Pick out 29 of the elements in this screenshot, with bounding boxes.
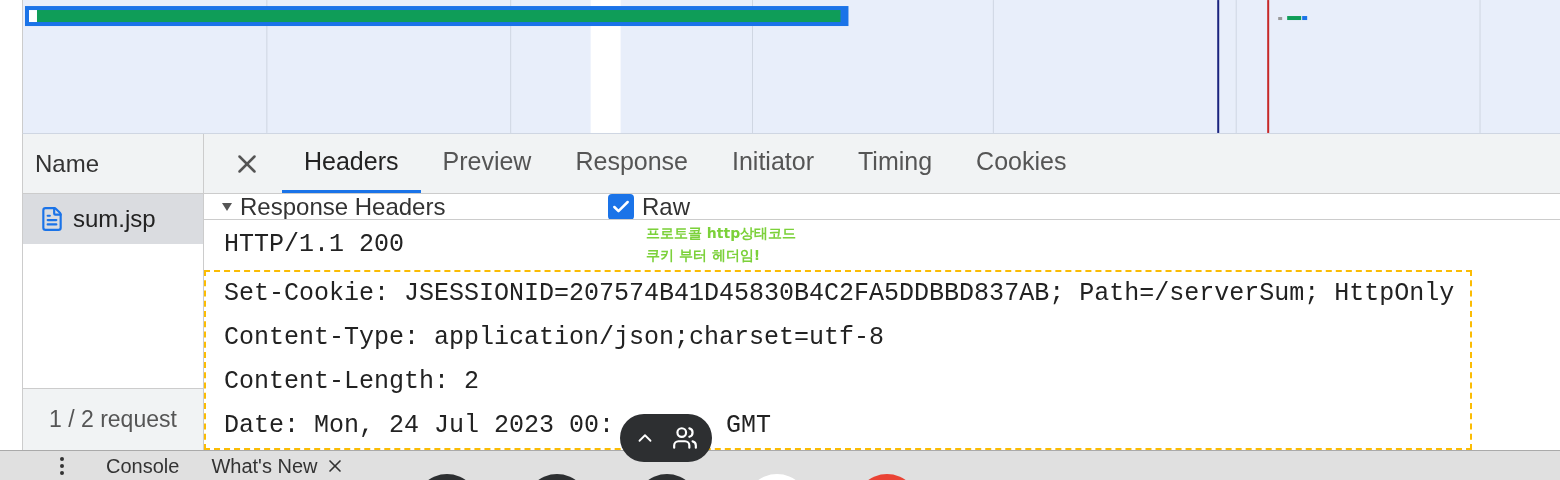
caret-icon[interactable] [222, 202, 232, 211]
request-count: 1 / 2 request [23, 388, 203, 450]
header-line: Content-Length: 2 [224, 366, 481, 399]
header-line: Date: Mon, 24 Jul 2023 00: [224, 410, 615, 443]
tab[interactable]: Preview [420, 133, 554, 193]
header-line-end: GMT [726, 410, 772, 443]
status-line: HTTP/1.1 200 [224, 229, 405, 262]
annotation-text: 쿠키 부터 헤더임! [646, 246, 762, 265]
timing-bar[interactable] [1278, 16, 1308, 21]
header-line: Set-Cookie: JSESSIONID=207574B41D45830B4C2FA5DDBBD837AB; Path=/serverSum; HttpOnly [224, 278, 1456, 311]
drawer-tab[interactable]: Console [106, 451, 180, 480]
request-row[interactable]: sum.jsp [23, 194, 203, 244]
request-name: sum.jsp [73, 204, 156, 234]
timing-bar[interactable] [25, 6, 849, 27]
call-controls-pill[interactable] [620, 414, 712, 462]
document-icon [39, 206, 65, 232]
tab[interactable]: Response [553, 133, 710, 193]
annotation-text: 프로토콜 http상태코드 [646, 224, 797, 243]
tab[interactable]: Initiator [710, 133, 836, 193]
tab[interactable]: Headers [282, 133, 421, 193]
tab[interactable]: Timing [836, 133, 955, 193]
column-header[interactable]: Name [23, 134, 203, 194]
drawer-tab[interactable]: What's New [211, 451, 346, 480]
raw-checkbox[interactable] [608, 194, 634, 219]
raw-label: Raw [642, 194, 690, 219]
section-title[interactable]: Response Headers [240, 194, 600, 219]
tab[interactable]: Cookies [954, 133, 1089, 193]
people-icon[interactable] [672, 425, 698, 451]
header-line: Content-Type: application/json;charset=utf-8 [224, 322, 886, 355]
